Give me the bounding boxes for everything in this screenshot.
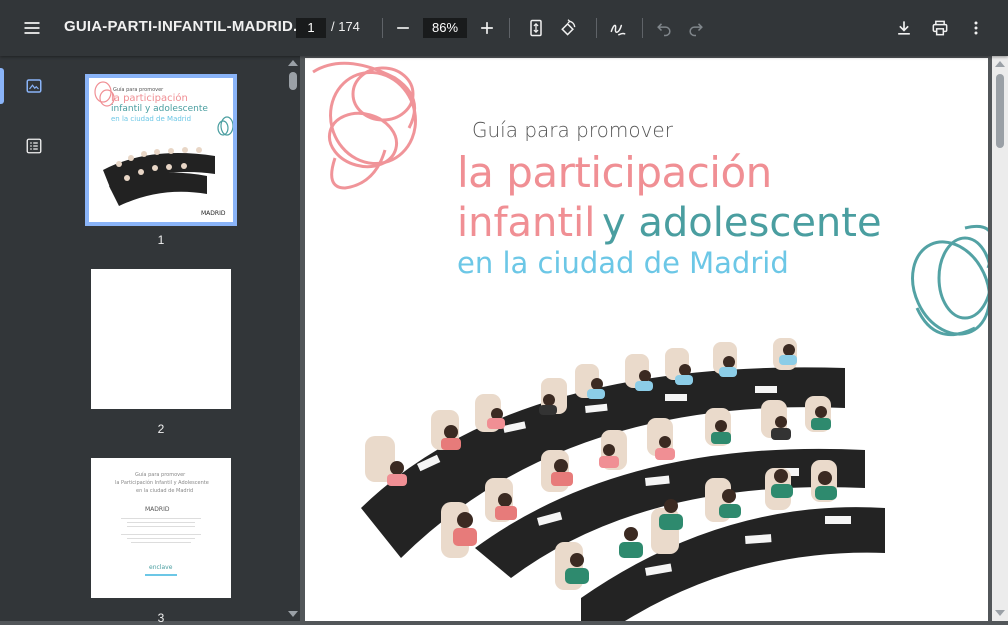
scrollbar-thumb[interactable] (289, 72, 297, 90)
plus-icon[interactable] (473, 14, 501, 42)
thumb1-line1: la participación (111, 93, 188, 104)
thumbnail-page-1[interactable]: Guía para promover la participación infa… (85, 74, 237, 226)
scroll-down-arrow[interactable] (995, 610, 1005, 616)
pdf-toolbar: GUIA-PARTI-INFANTIL-MADRID... 1 / 174 86… (0, 0, 1008, 56)
thumbnail-number: 2 (157, 422, 165, 436)
thumb1-line2: infantil y adolescente (111, 104, 208, 114)
cover-subtitle: Guía para promover (472, 118, 673, 142)
toolbar-divider (509, 18, 510, 38)
thumb3-line2: la Participación Infantil y Adolescente (115, 480, 209, 486)
cover-title-line3: en la ciudad de Madrid (457, 246, 789, 280)
thumbnail-number: 3 (157, 611, 165, 625)
thumbnail-page-3[interactable]: Guía para promover la Participación Infa… (91, 458, 231, 598)
download-icon[interactable] (890, 14, 918, 42)
thumb1-line3: en la ciudad de Madrid (111, 115, 192, 123)
scrollbar-thumb[interactable] (996, 74, 1004, 148)
active-indicator (0, 68, 4, 104)
thumb3-line3: en la ciudad de Madrid (136, 488, 194, 494)
thumb3-enclave-logo: enclave (149, 564, 173, 571)
sidebar-scrollbar[interactable] (286, 56, 300, 621)
scroll-up-arrow[interactable] (288, 60, 298, 66)
thumb3-line1: Guía para promover (135, 472, 186, 478)
print-icon[interactable] (926, 14, 954, 42)
zoom-input[interactable]: 86% (423, 18, 467, 38)
undo-icon[interactable] (650, 14, 678, 42)
page-number-input[interactable]: 1 (296, 18, 326, 38)
thumbnail-sidebar: Guía para promover la participación infa… (0, 56, 300, 625)
thumbnail-page-2[interactable] (91, 269, 231, 409)
menu-icon[interactable] (18, 14, 46, 42)
thumbnail-number: 1 (157, 233, 165, 247)
toolbar-divider (596, 18, 597, 38)
pdf-page-1: Guía para promover la participación infa… (305, 58, 988, 621)
document-title: GUIA-PARTI-INFANTIL-MADRID... (64, 18, 307, 35)
cover-title-line2b: y adolescente (602, 200, 882, 246)
draw-icon[interactable] (604, 14, 632, 42)
main-scrollbar[interactable] (992, 56, 1008, 621)
toolbar-divider (642, 18, 643, 38)
thumb1-madrid-logo: MADRID (201, 210, 226, 217)
cover-title-line2a: infantil (457, 200, 596, 246)
redo-icon[interactable] (682, 14, 710, 42)
scroll-down-arrow[interactable] (288, 611, 298, 617)
rotate-icon[interactable] (554, 14, 582, 42)
fit-page-icon[interactable] (522, 14, 550, 42)
thumb3-madrid-logo: MADRID (145, 506, 170, 513)
page-total: / 174 (331, 19, 360, 34)
more-vert-icon[interactable] (962, 14, 990, 42)
list-icon[interactable] (18, 130, 50, 162)
cover-illustration (312, 61, 988, 621)
cover-title-line1: la participación (457, 148, 772, 197)
image-icon[interactable] (18, 70, 50, 102)
scroll-up-arrow[interactable] (995, 61, 1005, 67)
minus-icon[interactable] (389, 14, 417, 42)
toolbar-divider (382, 18, 383, 38)
